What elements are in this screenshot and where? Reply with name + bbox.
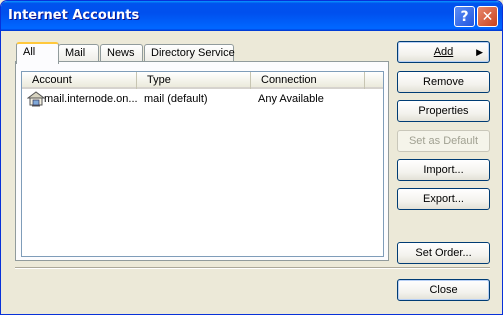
menu-arrow-icon: ▶ (476, 47, 483, 57)
set-order-button[interactable]: Set Order... (397, 242, 490, 264)
cell-account: mail.internode.on... (44, 93, 138, 105)
cell-type: mail (default) (144, 93, 208, 105)
column-type[interactable]: Type (137, 72, 251, 89)
title-bar[interactable]: Internet Accounts ? ✕ (1, 1, 502, 31)
close-icon: ✕ (481, 8, 494, 25)
help-button[interactable]: ? (454, 6, 475, 27)
column-connection[interactable]: Connection (251, 72, 365, 89)
column-account[interactable]: Account (22, 72, 137, 89)
table-row[interactable]: mail.internode.on... mail (default) Any … (24, 91, 383, 108)
set-as-default-button[interactable]: Set as Default (397, 130, 490, 152)
tab-all[interactable]: All (16, 42, 59, 64)
list-header: Account Type Connection (22, 72, 383, 89)
close-window-button[interactable]: ✕ (477, 6, 498, 27)
add-button[interactable]: Add ▶ (397, 41, 490, 63)
accounts-list[interactable]: Account Type Connection mail.internode.o… (21, 71, 384, 257)
internet-accounts-window: Internet Accounts ? ✕ All Mail News Dire… (0, 0, 503, 315)
add-label: Add (433, 46, 454, 58)
window-title: Internet Accounts (8, 8, 140, 23)
remove-button[interactable]: Remove (397, 71, 490, 93)
separator (15, 267, 490, 269)
export-button[interactable]: Export... (397, 188, 490, 210)
import-button[interactable]: Import... (397, 159, 490, 181)
cell-connection: Any Available (258, 93, 324, 105)
close-button[interactable]: Close (397, 279, 490, 301)
properties-button[interactable]: Properties (397, 100, 490, 122)
mail-server-icon (27, 91, 45, 107)
help-icon: ? (460, 8, 469, 25)
